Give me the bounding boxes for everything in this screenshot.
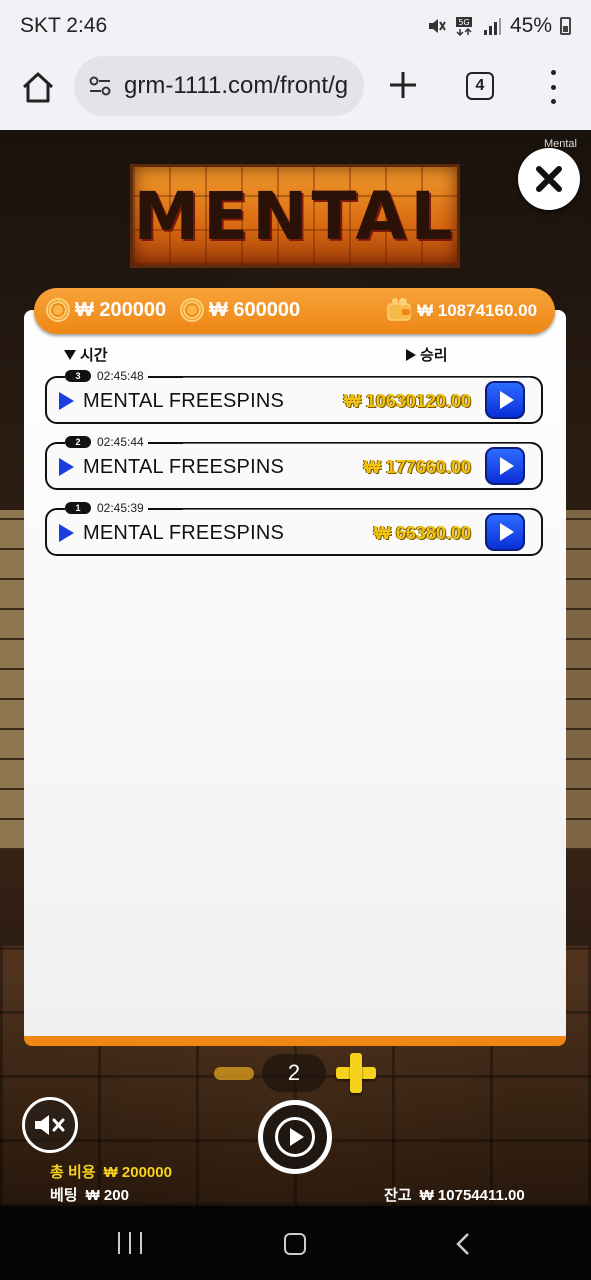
row-amount: ₩ 66380.00 [373,523,471,543]
play-icon [499,391,514,409]
row-meta: 3 02:45:48 [65,369,148,383]
wallet-icon [387,298,411,321]
history-header-bar: ₩ 200000 ₩ 600000 ₩ 10874160.00 [34,288,555,334]
row-time: 02:45:44 [97,435,144,449]
home-icon[interactable] [18,68,58,108]
play-indicator-icon [59,524,74,542]
replay-button[interactable] [485,513,525,551]
play-indicator-icon [59,458,74,476]
row-meta: 1 02:45:39 [65,501,148,515]
address-bar[interactable]: grm-1111.com/front/g [74,56,364,116]
more-menu-icon[interactable] [543,70,563,104]
5g-icon: 5G [455,17,472,36]
row-index-badge: 3 [65,370,91,382]
background-wall-right [565,510,591,850]
column-time-header[interactable]: 시간 [64,344,108,365]
increase-bet-button[interactable] [336,1053,376,1093]
battery-icon [560,17,571,35]
close-icon [536,166,562,192]
browser-toolbar: grm-1111.com/front/g 4 [0,54,591,130]
game-logo: MENTAL [130,164,460,268]
history-row[interactable]: 1 02:45:39 MENTAL FREESPINS ₩ 66380.00 [45,501,543,556]
site-settings-icon[interactable] [86,72,114,100]
sort-down-icon [64,349,76,360]
decrease-bet-button[interactable] [214,1067,254,1080]
row-title: MENTAL FREESPINS [83,456,285,478]
column-win-header[interactable]: 승리 [406,344,448,365]
row-meta: 2 02:45:44 [65,435,148,449]
play-icon [275,1117,315,1157]
header-balance-value: ₩ 10874160.00 [417,300,538,320]
sound-toggle-button[interactable] [22,1097,78,1153]
spin-button[interactable] [258,1100,332,1174]
sort-right-icon [406,348,416,361]
play-indicator-icon [59,392,74,410]
url-text[interactable]: grm-1111.com/front/g [124,72,352,100]
system-navigation-bar [0,1206,591,1280]
row-index-badge: 2 [65,436,91,448]
history-panel: 시간 승리 3 02:45:48 MENTAL FREESPINS ₩ 1063… [24,310,566,1042]
game-area: Mental MENTAL ₩ 200000 ₩ 600000 ₩ 108741… [0,130,591,1206]
row-time: 02:45:39 [97,501,144,515]
mute-status-icon [428,19,446,33]
battery-percent: 45% [509,14,552,37]
coin-icon [180,298,204,322]
row-index-badge: 1 [65,502,91,514]
coin-icon [46,298,70,322]
logo-text: MENTAL [133,177,457,255]
row-amount: ₩ 177660.00 [363,457,471,477]
status-icons: 5G 45% [426,14,571,38]
row-title: MENTAL FREESPINS [83,390,285,412]
status-time: SKT 2:46 [20,14,108,37]
background-wall-left [0,510,26,850]
history-row[interactable]: 3 02:45:48 MENTAL FREESPINS ₩ 10630120.0… [45,369,543,424]
play-icon [499,523,514,541]
tab-switcher-button[interactable]: 4 [466,72,494,100]
status-bar: SKT 2:46 5G 45% [0,0,591,54]
history-row[interactable]: 2 02:45:44 MENTAL FREESPINS ₩ 177660.00 [45,435,543,490]
new-tab-icon[interactable] [386,68,420,102]
header-balance: ₩ 10874160.00 [386,296,537,322]
home-button[interactable] [284,1233,306,1255]
panel-footer-strip [24,1036,566,1046]
bet-1-value: ₩ 200000 [75,298,167,321]
footer-balance: 잔고 ₩ 10754411.00 [384,1187,525,1204]
back-icon[interactable] [452,1232,476,1256]
bet-1: ₩ 200000 [46,298,166,322]
svg-text:5G: 5G [458,18,469,27]
close-button[interactable] [518,148,580,210]
bet-amount: 베팅 ₩ 200 [50,1187,129,1204]
bet-level-counter: 2 [262,1054,326,1092]
replay-button[interactable] [485,381,525,419]
row-time: 02:45:48 [97,369,144,383]
row-title: MENTAL FREESPINS [83,522,285,544]
row-amount: ₩ 10630120.00 [343,391,471,411]
total-cost: 총 비용 ₩ 200000 [50,1164,172,1181]
replay-button[interactable] [485,447,525,485]
bet-2-value: ₩ 600000 [209,298,301,321]
play-icon [499,457,514,475]
signal-icon [483,18,501,35]
bet-2: ₩ 600000 [180,298,300,322]
recent-apps-button[interactable] [118,1232,142,1254]
speaker-muted-icon [35,1115,65,1135]
